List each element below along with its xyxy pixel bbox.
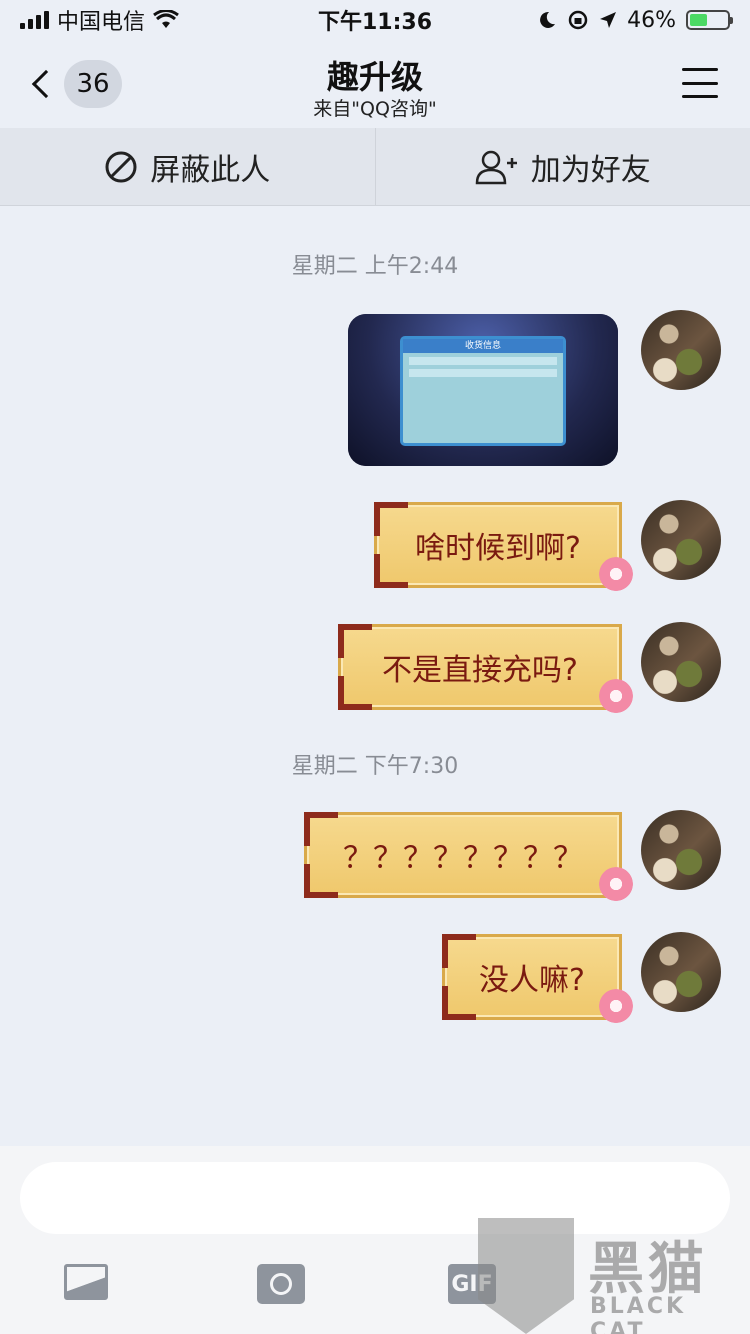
flower-icon: [599, 867, 633, 901]
timestamp: 星期二 下午7:30: [291, 754, 459, 779]
block-label: 屏蔽此人: [150, 152, 271, 188]
navigation-bar: 36 趣升级 来自"QQ咨询": [0, 40, 750, 128]
add-friend-icon: [475, 150, 517, 184]
block-button[interactable]: 屏蔽此人: [0, 128, 375, 205]
avatar[interactable]: [641, 310, 721, 390]
battery-icon: [686, 10, 733, 30]
battery-percent: 46%: [627, 7, 676, 33]
carrier-label: 中国电信: [57, 10, 146, 35]
page-title: 趣升级: [326, 58, 423, 96]
page-subtitle: 来自"QQ咨询": [313, 98, 437, 120]
signal-icon: [20, 11, 49, 29]
flower-icon: [599, 557, 633, 591]
rotation-lock-icon: [568, 10, 588, 30]
add-friend-button[interactable]: 加为好友: [374, 128, 750, 205]
message-bubble[interactable]: 啥时候到啊?: [374, 502, 633, 591]
flower-icon: [599, 679, 633, 713]
message-text: 啥时候到啊?: [415, 531, 581, 566]
flower-icon: [599, 989, 633, 1023]
avatar[interactable]: [641, 810, 721, 890]
status-bar: 中国电信 下午11:36 46%: [0, 0, 750, 40]
camera-icon[interactable]: [257, 1264, 305, 1304]
avatar[interactable]: [641, 622, 721, 702]
watermark: 黑猫 BLACK CAT: [478, 1218, 750, 1334]
watermark-subtitle: BLACK CAT: [590, 1294, 687, 1334]
block-icon: [105, 151, 137, 182]
message-bubble[interactable]: 没人嘛?: [442, 934, 633, 1023]
message-bubble[interactable]: 不是直接充吗?: [338, 624, 633, 713]
avatar[interactable]: [641, 500, 721, 580]
watermark-title: 黑猫: [588, 1237, 708, 1302]
message-text: 没人嘛?: [479, 963, 585, 998]
menu-icon[interactable]: [682, 68, 718, 98]
message-bubble[interactable]: ？？？？？？？？: [304, 812, 633, 901]
add-friend-label: 加为好友: [530, 152, 651, 188]
image-icon[interactable]: [64, 1264, 108, 1300]
location-icon: [600, 12, 617, 28]
image-dialog: 收货信息: [400, 336, 566, 446]
message-text: 不是直接充吗?: [382, 653, 578, 688]
image-message[interactable]: 收货信息: [348, 314, 618, 466]
avatar[interactable]: [641, 932, 721, 1012]
image-dialog-title: 收货信息: [403, 339, 563, 353]
timestamp: 星期二 上午2:44: [291, 254, 459, 279]
moon-icon: [540, 11, 556, 28]
action-bar: 屏蔽此人 加为好友: [0, 128, 750, 206]
wifi-icon: [153, 10, 179, 28]
watermark-logo: [478, 1218, 574, 1334]
message-text: ？？？？？？？？: [343, 841, 583, 876]
